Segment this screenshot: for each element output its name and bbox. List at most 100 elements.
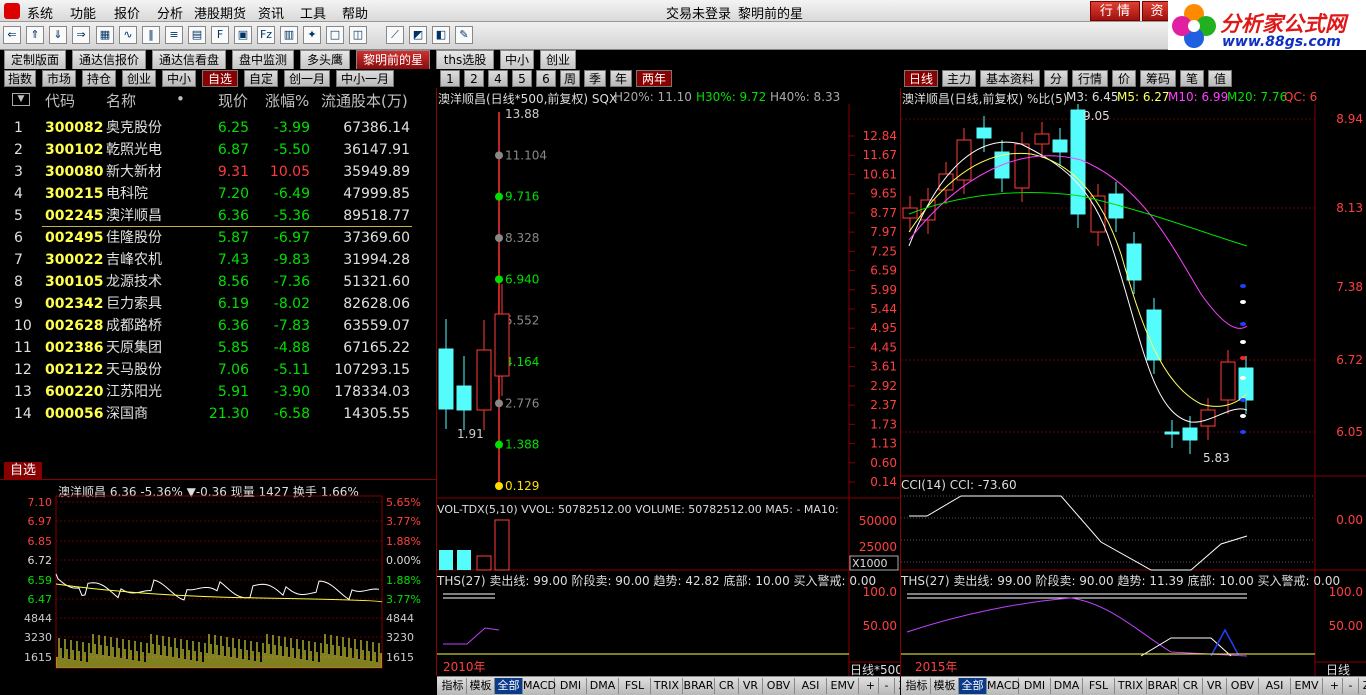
nav-btn[interactable]: +	[1327, 678, 1343, 694]
menu-info[interactable]: 资讯	[258, 3, 284, 22]
rtab-daily[interactable]: 日线	[904, 70, 938, 87]
indicator-btn-dma[interactable]: DMA	[1051, 678, 1083, 694]
table-row[interactable]: 14 000056 深国商 21.30 -6.58 14305.55	[0, 403, 436, 425]
period-season[interactable]: 季	[584, 70, 606, 87]
indicator-btn-全部[interactable]: 全部	[959, 678, 987, 694]
indicator-btn-vr[interactable]: VR	[739, 678, 763, 694]
window-icon[interactable]: □	[326, 26, 344, 44]
nav-btn[interactable]: -	[1343, 678, 1359, 694]
rtab-main-force[interactable]: 主力	[942, 70, 976, 87]
rtab-quote[interactable]: 行情	[1072, 70, 1108, 87]
forward-icon[interactable]: ⇒	[72, 26, 90, 44]
compare-icon[interactable]: ◩	[409, 26, 427, 44]
tab-bull-eagle[interactable]: 多头鹰	[300, 50, 350, 69]
period-1[interactable]: 1	[440, 70, 460, 87]
tile-icon[interactable]: ◫	[349, 26, 367, 44]
brand-url[interactable]: www.88gs.com	[1222, 34, 1341, 50]
table-row[interactable]: 11 002386 天原集团 5.85 -4.88 67165.22	[0, 337, 436, 359]
down-icon[interactable]: ⇓	[49, 26, 67, 44]
nav-btn[interactable]: +	[863, 678, 879, 694]
tab-dawn-star[interactable]: 黎明前的星	[356, 50, 430, 69]
period-year[interactable]: 年	[610, 70, 632, 87]
nav-btn[interactable]: -	[879, 678, 895, 694]
indicator-btn-fsl[interactable]: FSL	[1083, 678, 1115, 694]
indicator-btn-emv[interactable]: EMV	[827, 678, 859, 694]
candle-icon[interactable]: ‖	[142, 26, 160, 44]
rtab-minute[interactable]: 分	[1044, 70, 1068, 87]
table-row[interactable]: 6 002495 佳隆股份 5.87 -6.97 37369.60	[0, 227, 436, 249]
indicator-btn-cr[interactable]: CR	[715, 678, 739, 694]
menu-analysis[interactable]: 分析	[157, 3, 183, 22]
indicator-btn-trix[interactable]: TRIX	[1115, 678, 1147, 694]
grid-icon[interactable]: ▤	[188, 26, 206, 44]
indicator-btn-cr[interactable]: CR	[1179, 678, 1203, 694]
rtab-fundamentals[interactable]: 基本资料	[980, 70, 1040, 87]
quote-button[interactable]: 行 情	[1090, 1, 1140, 21]
header-name[interactable]: 名称	[106, 90, 136, 111]
rtab-value[interactable]: 值	[1208, 70, 1232, 87]
indicator-btn-obv[interactable]: OBV	[1227, 678, 1259, 694]
indicator-btn-asi[interactable]: ASI	[795, 678, 827, 694]
indicator-btn-macd[interactable]: MACD	[523, 678, 556, 694]
table-row[interactable]: 1 300082 奥克股份 6.25 -3.99 67386.14	[0, 117, 436, 139]
period-two-year[interactable]: 两年	[636, 70, 672, 87]
tab-sme[interactable]: 中小	[500, 50, 534, 69]
subtab-chinext-month[interactable]: 创一月	[284, 70, 330, 87]
menu-quote[interactable]: 报价	[114, 3, 140, 22]
tab-tdx-watch[interactable]: 通达信看盘	[152, 50, 226, 69]
subtab-custom[interactable]: 自定	[244, 70, 278, 87]
up-icon[interactable]: ⇑	[26, 26, 44, 44]
table-row[interactable]: 3 300080 新大新材 9.31 10.05 35949.89	[0, 161, 436, 183]
subtab-chinext[interactable]: 创业	[122, 70, 156, 87]
tab-chinext[interactable]: 创业	[540, 50, 576, 69]
header-price[interactable]: 现价	[218, 90, 248, 111]
table-row[interactable]: 7 300022 吉峰农机 7.43 -9.83 31994.28	[0, 249, 436, 271]
indicator-btn-brar[interactable]: BRAR	[1147, 678, 1179, 694]
subtab-selfselect[interactable]: 自选	[202, 70, 238, 87]
indicator-btn-指标[interactable]: 指标	[903, 678, 931, 694]
header-float-shares[interactable]: 流通股本(万)	[321, 90, 408, 111]
chart-icon[interactable]: ⟋	[386, 26, 404, 44]
indicator-btn-trix[interactable]: TRIX	[651, 678, 683, 694]
subtab-sme[interactable]: 中小	[162, 70, 196, 87]
sort-dropdown-icon[interactable]: ▼	[12, 93, 30, 106]
period-week[interactable]: 周	[560, 70, 580, 87]
indicator-btn-asi[interactable]: ASI	[1259, 678, 1291, 694]
table-row[interactable]: 2 300102 乾照光电 6.87 -5.50 36147.91	[0, 139, 436, 161]
list-icon[interactable]: ≡	[165, 26, 183, 44]
fiz-icon[interactable]: Fz	[257, 26, 275, 44]
report-icon[interactable]: ▣	[234, 26, 252, 44]
menu-hk-futures[interactable]: 港股期货	[194, 3, 246, 22]
tab-custom-layout[interactable]: 定制版面	[4, 50, 66, 69]
indicator-btn-brar[interactable]: BRAR	[683, 678, 715, 694]
table-row[interactable]: 10 002628 成都路桥 6.36 -7.83 63559.07	[0, 315, 436, 337]
f10-icon[interactable]: F	[211, 26, 229, 44]
doc-icon[interactable]: ▥	[280, 26, 298, 44]
nav-btn[interactable]: Z	[1359, 678, 1366, 694]
indicator-icon[interactable]: ◧	[432, 26, 450, 44]
table-icon[interactable]: ▦	[96, 26, 114, 44]
indicator-btn-obv[interactable]: OBV	[763, 678, 795, 694]
period-5[interactable]: 5	[512, 70, 532, 87]
subtab-sme-month[interactable]: 中小一月	[336, 70, 394, 87]
menu-help[interactable]: 帮助	[342, 3, 368, 22]
rtab-chips[interactable]: 筹码	[1140, 70, 1176, 87]
table-row[interactable]: 13 600220 江苏阳光 5.91 -3.90 178334.03	[0, 381, 436, 403]
indicator-btn-dmi[interactable]: DMI	[1019, 678, 1051, 694]
star-icon[interactable]: ✦	[303, 26, 321, 44]
period-2[interactable]: 2	[464, 70, 484, 87]
indicator-btn-模板[interactable]: 模板	[931, 678, 959, 694]
indicator-btn-fsl[interactable]: FSL	[619, 678, 651, 694]
indicator-btn-vr[interactable]: VR	[1203, 678, 1227, 694]
subtab-index[interactable]: 指数	[4, 70, 36, 87]
tab-intraday-monitor[interactable]: 盘中监测	[232, 50, 294, 69]
table-row[interactable]: 12 002122 天马股份 7.06 -5.11 107293.15	[0, 359, 436, 381]
indicator-btn-emv[interactable]: EMV	[1291, 678, 1323, 694]
selfselect-tab[interactable]: 自选	[4, 462, 42, 479]
period-4[interactable]: 4	[488, 70, 508, 87]
back-icon[interactable]: ⇐	[3, 26, 21, 44]
pen-icon[interactable]: ✎	[455, 26, 473, 44]
indicator-btn-全部[interactable]: 全部	[495, 678, 523, 694]
indicator-btn-dma[interactable]: DMA	[587, 678, 619, 694]
header-code[interactable]: 代码	[45, 90, 75, 111]
